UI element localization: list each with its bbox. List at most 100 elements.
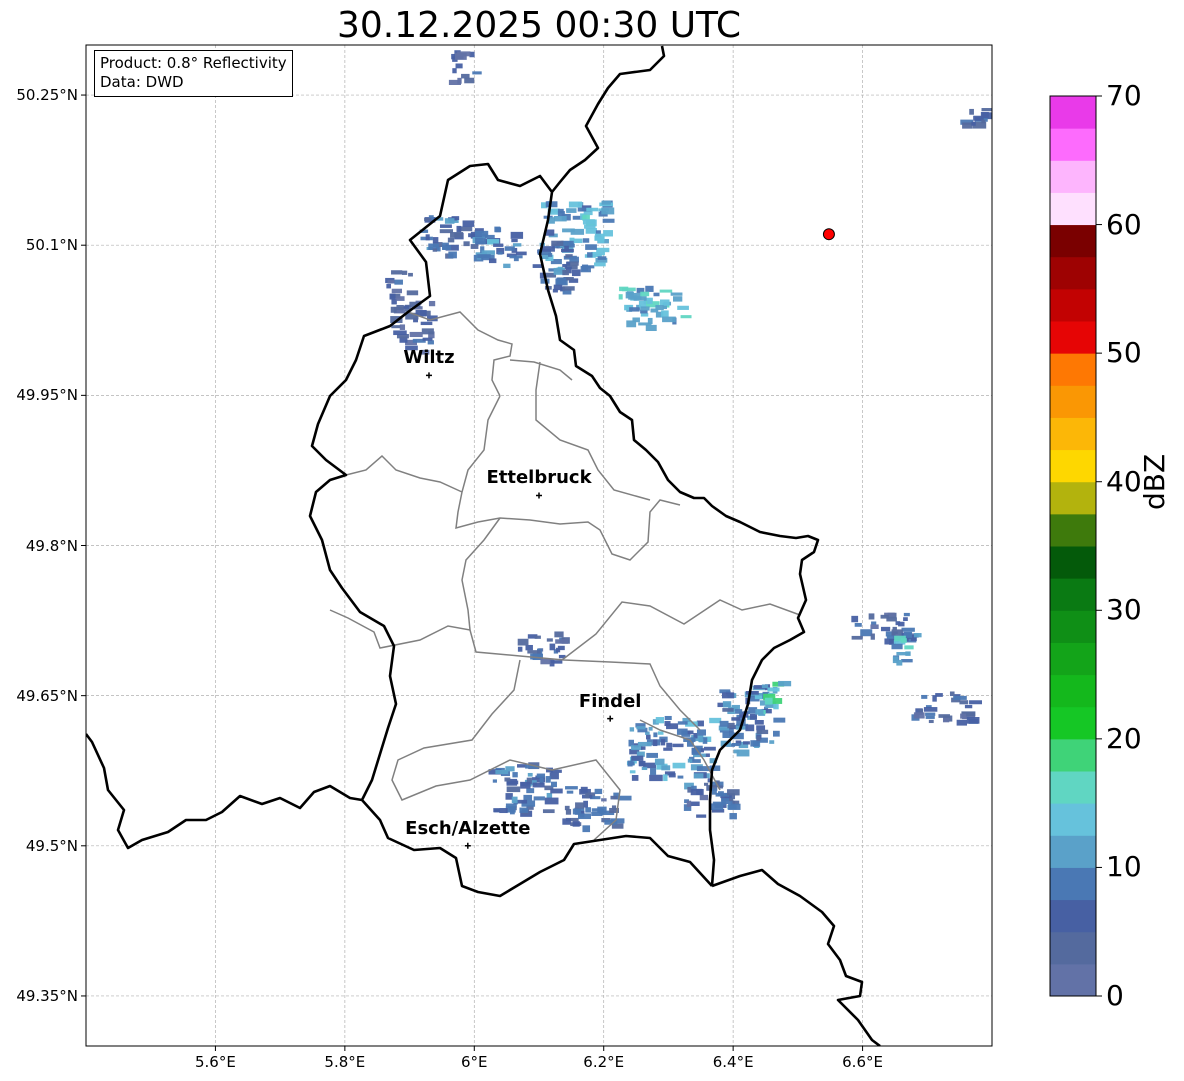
echo-pixel [517, 646, 523, 652]
echo-pixel [555, 639, 568, 644]
echo-pixel [427, 340, 434, 345]
echo-pixel [565, 786, 578, 790]
radar-site-icon [822, 228, 835, 241]
echo-pixel [709, 717, 722, 724]
echo-pixel [391, 288, 403, 294]
echo-pixel [493, 808, 500, 813]
colorbar-segment [1050, 546, 1096, 579]
echo-pixel [773, 717, 786, 723]
echo-pixel [470, 244, 479, 249]
echo-pixel [594, 262, 606, 267]
colorbar-segment [1050, 738, 1096, 772]
colorbar-segment [1050, 224, 1096, 258]
colorbar-tick-label: 30 [1106, 593, 1142, 627]
echo-pixel [444, 218, 455, 224]
echo-pixel [399, 324, 406, 330]
echo-pixel [523, 794, 533, 801]
colorbar-segment [1050, 288, 1096, 322]
echo-pixel [663, 747, 673, 751]
echo-pixel [424, 217, 432, 222]
echo-pixel [745, 690, 759, 695]
echo-pixel [764, 697, 773, 705]
echo-pixel [575, 802, 585, 809]
colorbar-tick-label: 70 [1106, 79, 1142, 112]
echo-pixel [512, 772, 518, 778]
echo-pixel [898, 621, 905, 627]
echo-pixel [504, 246, 515, 251]
echo-pixel [901, 659, 913, 663]
colorbar-segment [1050, 642, 1096, 676]
echo-pixel [532, 782, 545, 788]
echo-pixel [546, 638, 553, 642]
echo-pixel [610, 795, 618, 800]
echo-pixel [456, 51, 471, 57]
echo-pixel [585, 807, 591, 813]
echo-pixel [506, 786, 521, 793]
colorbar-segment [1050, 674, 1096, 708]
radar-map[interactable] [0, 0, 1184, 1081]
colorbar-label: dBZ [1138, 453, 1171, 510]
lon-tick-label: 6°E [461, 1053, 488, 1071]
echo-pixel [666, 742, 673, 748]
colorbar-segment [1050, 160, 1096, 193]
echo-pixel [722, 701, 732, 708]
echo-pixel [659, 299, 670, 306]
echo-pixel [903, 617, 908, 621]
echo-pixel [564, 245, 569, 252]
echo-pixel [545, 776, 551, 783]
echo-pixel [971, 121, 976, 126]
echo-pixel [959, 700, 969, 705]
echo-pixel [745, 724, 755, 732]
echo-pixel [570, 228, 585, 235]
echo-pixel [432, 237, 439, 244]
echo-pixel [638, 760, 644, 767]
echo-pixel [495, 227, 502, 233]
echo-pixel [591, 251, 605, 256]
echo-pixel [925, 712, 936, 716]
echo-pixel [702, 737, 708, 744]
echo-pixel [664, 715, 672, 721]
echo-pixel [636, 726, 646, 730]
echo-pixel [526, 788, 535, 794]
echo-pixel [668, 773, 676, 778]
echo-pixel [391, 270, 403, 275]
city-label: Ettelbruck [486, 467, 592, 489]
echo-pixel [517, 799, 528, 804]
echo-pixel [551, 240, 564, 247]
echo-pixel [510, 231, 524, 239]
echo-pixel [711, 788, 717, 795]
echo-pixel [456, 225, 462, 233]
echo-pixel [645, 324, 657, 332]
echo-pixel [495, 769, 509, 775]
colorbar-tick-label: 10 [1106, 850, 1142, 884]
echo-pixel [475, 237, 486, 245]
echo-pixel [731, 743, 741, 747]
echo-pixel [463, 241, 470, 247]
echo-pixel [536, 773, 546, 778]
echo-pixel [699, 794, 709, 801]
echo-pixel [677, 305, 689, 310]
echo-pixel [582, 825, 591, 833]
echo-pixel [629, 307, 640, 312]
echo-pixel [664, 721, 671, 727]
colorbar-segment [1050, 385, 1096, 418]
echo-pixel [673, 296, 683, 302]
echo-pixel [550, 660, 563, 664]
echo-pixel [729, 797, 734, 802]
echo-pixel [631, 775, 639, 781]
echo-pixel [573, 238, 583, 244]
echo-pixel [672, 762, 686, 769]
echo-pixel [646, 752, 659, 758]
city-label: Esch/Alzette [405, 817, 531, 839]
colorbar-segment [1050, 899, 1096, 933]
echo-pixel [964, 704, 973, 709]
echo-pixel [515, 251, 527, 256]
echo-pixel [582, 238, 590, 243]
lat-tick-label: 49.5°N [25, 836, 78, 855]
product-label: Product: 0.8° Reflectivity [100, 54, 287, 72]
echo-pixel [680, 315, 692, 319]
echo-pixel [580, 265, 591, 273]
echo-pixel [756, 729, 769, 735]
echo-pixel [542, 809, 555, 814]
lat-tick-label: 49.95°N [16, 386, 78, 405]
